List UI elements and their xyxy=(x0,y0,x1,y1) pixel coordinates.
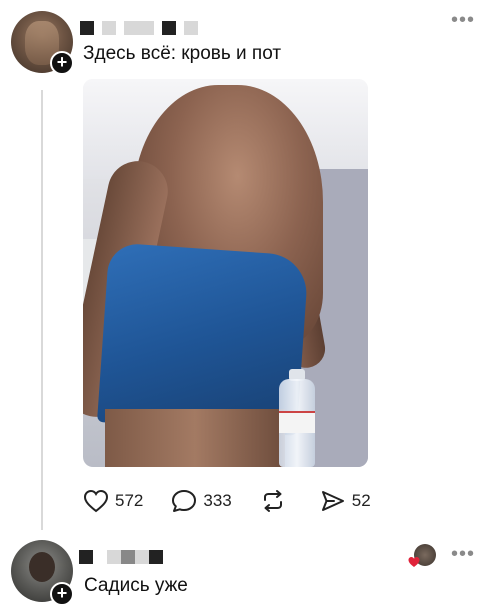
comment-count: 333 xyxy=(203,491,232,510)
thread-line xyxy=(41,90,43,530)
share-button[interactable]: 52 xyxy=(320,489,371,513)
more-options-button[interactable]: ••• xyxy=(451,10,475,30)
share-count: 52 xyxy=(351,491,371,510)
repost-icon xyxy=(260,489,286,513)
author-name-redacted[interactable] xyxy=(80,21,198,35)
like-button[interactable]: 572 xyxy=(83,489,143,513)
heart-icon xyxy=(83,489,109,513)
heart-icon xyxy=(408,555,420,567)
post-text: Здесь всё: кровь и пот xyxy=(83,43,282,64)
like-count: 572 xyxy=(115,491,144,510)
comment-bubble-icon xyxy=(171,489,197,513)
reply-text: Садись уже xyxy=(84,575,188,596)
comment-button[interactable]: 333 xyxy=(171,489,232,513)
send-icon xyxy=(320,489,346,513)
repost-button[interactable] xyxy=(260,489,286,513)
reply-author-name-redacted[interactable] xyxy=(79,550,163,564)
post-photo[interactable] xyxy=(83,79,368,467)
follow-button[interactable]: + xyxy=(50,51,74,75)
reply-follow-button[interactable]: + xyxy=(50,582,74,606)
post-actions: 572 333 52 xyxy=(83,489,399,513)
reply-more-options-button[interactable]: ••• xyxy=(451,544,475,564)
